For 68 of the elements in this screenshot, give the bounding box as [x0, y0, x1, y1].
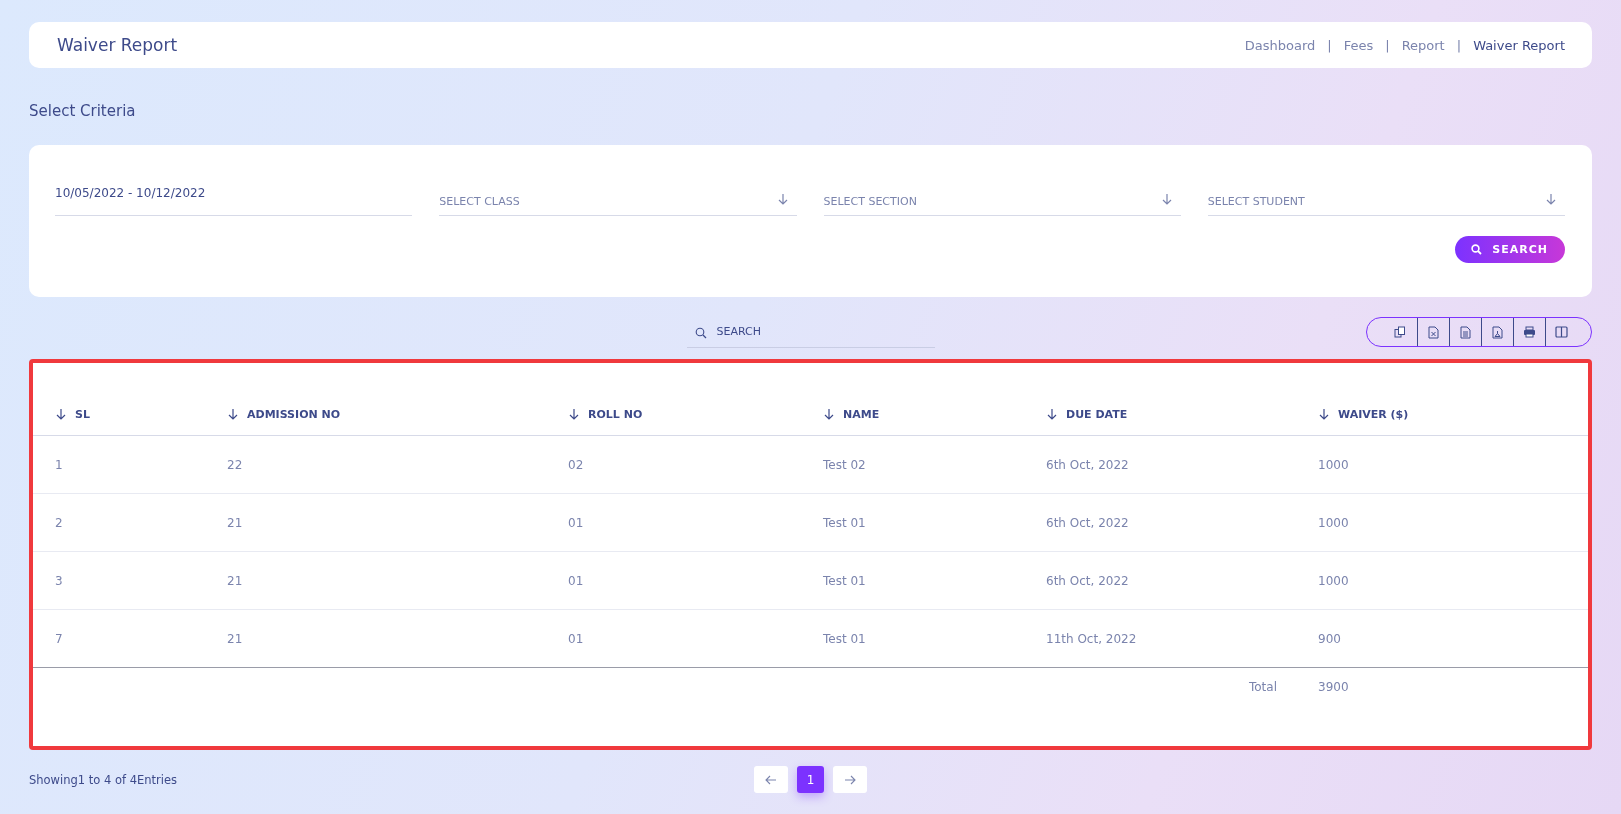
right-arrow-icon: [844, 774, 856, 785]
breadcrumb-link[interactable]: Dashboard: [1244, 37, 1316, 53]
column-header[interactable]: SL: [55, 407, 227, 421]
table-cell-text: 6th Oct, 2022: [1046, 515, 1130, 530]
select-dropdown[interactable]: SELECT SECTION: [823, 178, 1181, 216]
sort-arrow-icon: [1046, 408, 1058, 420]
table-search-field[interactable]: SEARCH: [686, 316, 935, 348]
section-title: Select Criteria: [29, 101, 137, 122]
table-cell-text: Test 01: [823, 515, 867, 530]
table-cell-text: 01: [568, 573, 585, 588]
table-cell-text: 2: [55, 515, 64, 530]
entries-info: Showing1 to 4 of 4Entries: [29, 772, 179, 787]
search-icon: [694, 327, 707, 339]
sort-arrow-icon: [823, 408, 835, 420]
page-title: Waiver Report: [57, 35, 178, 55]
table-cell-text: 1000: [1318, 457, 1350, 472]
table-cell-text: 900: [1318, 631, 1342, 646]
column-header[interactable]: ADMISSION NO: [227, 407, 568, 421]
select-dropdown[interactable]: SELECT CLASS: [439, 178, 797, 216]
column-header[interactable]: WAIVER ($): [1318, 407, 1588, 421]
column-header[interactable]: NAME: [823, 407, 1046, 421]
table-cell-text: 21: [227, 573, 244, 588]
breadcrumb-separator: |: [1327, 37, 1332, 53]
table-cell-text: Test 01: [823, 631, 867, 646]
sort-arrow-icon: [55, 408, 67, 420]
table-cell-text: 02: [568, 457, 585, 472]
table-cell-text: Test 01: [823, 573, 867, 588]
search-icon: [1471, 244, 1483, 255]
table-cell-text: 6th Oct, 2022: [1046, 573, 1130, 588]
table-cell-text: 7: [55, 631, 64, 646]
table-cell-text: 01: [568, 515, 585, 530]
table-cell-text: 3: [55, 573, 64, 588]
table-cell-text: 22: [227, 457, 244, 472]
document-icon: [1460, 325, 1471, 339]
excel-file-icon: [1428, 325, 1439, 339]
columns-icon: [1555, 326, 1568, 338]
table-cell-text: 11th Oct, 2022: [1046, 631, 1138, 646]
current-breadcrumb: Waiver Report: [1473, 37, 1565, 53]
dropdown-arrow-icon: [1160, 193, 1173, 205]
table-cell-text: 1000: [1318, 573, 1350, 588]
table-cell-text: 21: [227, 631, 244, 646]
breadcrumb-link[interactable]: Fees: [1343, 37, 1374, 53]
breadcrumb-separator: |: [1456, 37, 1462, 53]
copy-icon: [1394, 326, 1406, 338]
dropdown-arrow-icon: [1545, 193, 1557, 205]
table-cell-text: 1000: [1318, 515, 1350, 530]
column-header[interactable]: ROLL NO: [568, 407, 823, 421]
table-cell-text: 6th Oct, 2022: [1046, 457, 1130, 472]
page-button[interactable]: 1: [797, 766, 824, 793]
sort-arrow-icon: [568, 408, 580, 420]
total-label: Total: [1248, 680, 1277, 694]
column-header[interactable]: DUE DATE: [1046, 407, 1318, 421]
date-range-field[interactable]: 10/05/2022 - 10/12/2022: [55, 178, 413, 216]
table-cell-text: 1: [55, 457, 64, 472]
left-arrow-icon: [765, 774, 777, 785]
print-icon: [1523, 326, 1536, 338]
select-dropdown[interactable]: SELECT STUDENT: [1207, 178, 1565, 216]
sort-arrow-icon: [227, 408, 239, 420]
search-button[interactable]: SEARCH: [1455, 236, 1565, 263]
sort-arrow-icon: [1318, 408, 1330, 420]
dropdown-arrow-icon: [776, 193, 789, 205]
breadcrumb-link[interactable]: Report: [1401, 37, 1445, 53]
total-value: 3900: [1318, 680, 1350, 694]
table-cell-text: 01: [568, 631, 585, 646]
breadcrumb-separator: |: [1385, 37, 1390, 53]
table-cell-text: Test 02: [823, 457, 867, 472]
table-cell-text: 21: [227, 515, 244, 530]
pdf-file-icon: [1492, 325, 1503, 339]
